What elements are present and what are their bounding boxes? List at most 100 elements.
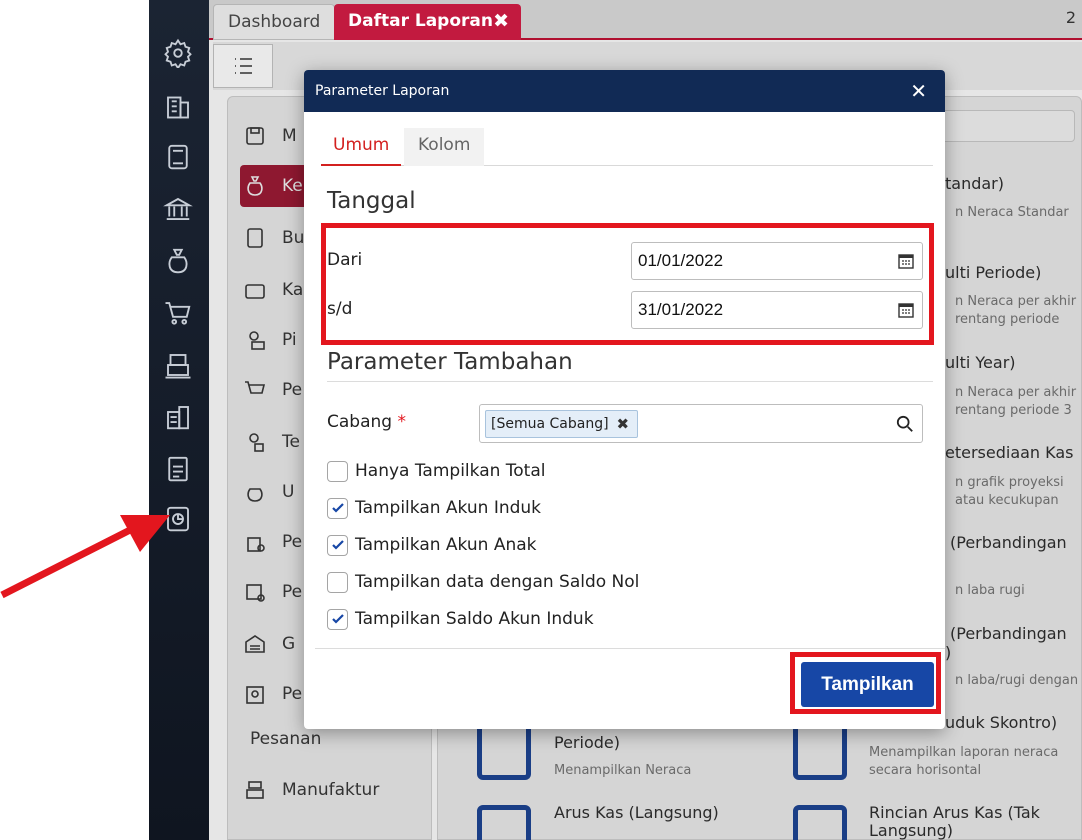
check-akun-anak[interactable]: Tampilkan Akun Anak <box>327 533 537 557</box>
gear-icon[interactable] <box>161 36 195 70</box>
warehouse-icon[interactable] <box>161 400 195 434</box>
check-saldo-induk[interactable]: Tampilkan Saldo Akun Induk <box>327 607 594 631</box>
report-desc: Menampilkan Neraca <box>554 763 692 778</box>
check-hanya-total[interactable]: Hanya Tampilkan Total <box>327 459 546 483</box>
tab-daftar-laporan-label: Daftar Laporan <box>348 11 493 31</box>
menu-item-label: Pi <box>282 330 297 350</box>
report-desc: n laba rugi <box>955 583 1025 598</box>
check-label: Tampilkan Saldo Akun Induk <box>355 609 594 629</box>
report-title[interactable]: ulti Year) <box>945 353 1016 373</box>
check-icon <box>331 503 344 513</box>
menu-item-label: Pe <box>282 684 303 704</box>
building-icon[interactable] <box>161 88 195 122</box>
menu-item-label: Pe <box>282 532 303 552</box>
check-label: Hanya Tampilkan Total <box>355 461 546 481</box>
menu-item-label: Bu <box>282 228 305 248</box>
menu-item-label: Pe <box>282 582 303 602</box>
list-icon <box>235 58 252 74</box>
cabang-label: Cabang * <box>327 412 406 432</box>
tab-daftar-laporan[interactable]: Daftar Laporan ✖ <box>334 4 521 40</box>
tab-kolom[interactable]: Kolom <box>404 128 485 166</box>
menu-item-label: Pe <box>282 380 303 400</box>
report-doc-icon <box>793 728 847 780</box>
report-title[interactable]: uduk Skontro) <box>945 713 1057 733</box>
money-bag-icon[interactable] <box>161 244 195 278</box>
highlight-box-dates <box>321 223 934 345</box>
report-desc: Menampilkan laporan neraca <box>869 745 1059 760</box>
cabang-label-text: Cabang <box>327 412 393 432</box>
cabang-chip: [Semua Cabang] ✖ <box>485 410 639 438</box>
user-money-icon <box>240 325 270 355</box>
report-desc: n Neraca Standar <box>955 205 1069 220</box>
search-icon[interactable] <box>896 415 914 433</box>
close-tab-icon[interactable]: ✖ <box>493 4 509 38</box>
checkbox-checked[interactable] <box>327 608 348 630</box>
report-title[interactable]: tandar) <box>945 174 1004 194</box>
check-saldo-nol[interactable]: Tampilkan data dengan Saldo Nol <box>327 570 639 594</box>
report-title[interactable]: (Perbandingan <box>950 624 1067 644</box>
check-icon <box>331 614 344 624</box>
check-akun-induk[interactable]: Tampilkan Akun Induk <box>327 496 541 520</box>
bank-icon[interactable] <box>161 192 195 226</box>
report-title: Langsung) <box>869 821 954 840</box>
checkbox-checked[interactable] <box>327 497 348 519</box>
menu-item-label: M <box>282 126 297 146</box>
book-icon <box>240 223 270 253</box>
money-bag-icon <box>240 477 270 507</box>
close-icon[interactable]: ✕ <box>910 70 927 112</box>
checkbox[interactable] <box>327 460 348 482</box>
checkbox-checked[interactable] <box>327 534 348 556</box>
dialog-title: Parameter Laporan <box>315 83 450 99</box>
user-lock-icon <box>240 427 270 457</box>
report-desc: rentang periode <box>955 312 1060 327</box>
garage-icon <box>240 629 270 659</box>
report-title[interactable]: Rincian Arus Kas (Tak <box>869 803 1040 823</box>
tax-icon[interactable] <box>161 452 195 486</box>
footer-divider <box>315 648 945 649</box>
cart-icon <box>240 375 270 405</box>
tab-count: 2 <box>1065 8 1076 27</box>
save-icon <box>240 121 270 151</box>
menu-item-label: U <box>282 482 295 502</box>
sidebar-nav <box>149 0 209 840</box>
report-flow-icon <box>477 805 531 840</box>
report-title[interactable]: etersediaan Kas <box>945 443 1074 463</box>
menu-item-pesanan[interactable]: Pesanan <box>250 729 321 749</box>
book-icon[interactable] <box>161 140 195 174</box>
box-check-icon <box>240 577 270 607</box>
menu-item-label: Manufaktur <box>282 780 380 800</box>
menu-item-label: Ke <box>282 176 303 196</box>
parameter-dialog: Parameter Laporan ✕ Umum Kolom Tanggal D… <box>304 70 945 729</box>
dialog-tabs: Umum Kolom <box>321 128 933 166</box>
tab-bar: Dashboard Daftar Laporan ✖ 2 <box>209 0 1082 40</box>
screen: Dashboard Daftar Laporan ✖ 2 M Ke Bu Ka … <box>0 0 1082 840</box>
dialog-header: Parameter Laporan ✕ <box>304 70 945 112</box>
report-desc: rentang periode 3 <box>955 403 1072 418</box>
report-title[interactable]: ulti Periode) <box>945 263 1041 283</box>
menu-item-manufaktur[interactable]: Manufaktur <box>240 769 430 811</box>
report-doc-icon <box>477 728 531 780</box>
wallet-icon <box>240 275 270 305</box>
check-icon <box>331 540 344 550</box>
tab-dashboard[interactable]: Dashboard <box>213 4 336 40</box>
report-desc: atau kecukupan <box>955 493 1059 508</box>
tab-umum[interactable]: Umum <box>321 128 402 166</box>
red-arrow-annotation <box>0 515 170 599</box>
required-marker: * <box>397 412 406 432</box>
chip-remove-icon[interactable]: ✖ <box>617 411 630 437</box>
report-title[interactable]: (Perbandingan <box>950 533 1067 553</box>
section-parameter: Parameter Tambahan <box>327 349 573 375</box>
checkbox[interactable] <box>327 571 348 593</box>
report-title[interactable]: Arus Kas (Langsung) <box>554 803 719 823</box>
factory-icon <box>240 775 270 805</box>
check-label: Tampilkan Akun Induk <box>355 498 542 518</box>
report-desc: n Neraca per akhir <box>955 294 1077 309</box>
cabang-select[interactable]: [Semua Cabang] ✖ <box>479 404 923 443</box>
inventory-icon[interactable] <box>161 348 195 382</box>
report-title: ) <box>945 643 952 662</box>
cart-icon[interactable] <box>161 296 195 330</box>
report-title[interactable]: Periode) <box>554 733 620 753</box>
divider <box>327 381 933 382</box>
bag-plus-icon <box>240 527 270 557</box>
list-view-button[interactable] <box>213 44 273 88</box>
